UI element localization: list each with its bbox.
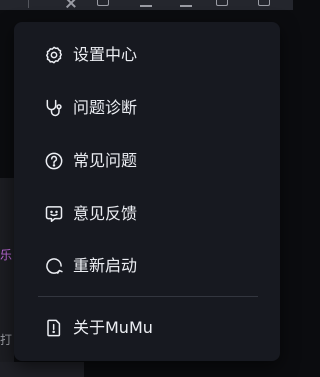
stethoscope-icon [43,97,65,119]
background-text-play: 打 [0,333,13,347]
menu-item-label: 关于MuMu [73,318,153,337]
menu-item-feedback[interactable]: 意见反馈 [14,192,280,236]
minimize-icon[interactable] [180,5,192,7]
title-bar [0,0,293,10]
window-icon[interactable] [97,0,109,6]
menu-item-label: 意见反馈 [73,204,138,223]
menu-item-label: 重新启动 [73,256,138,275]
menu-line-icon[interactable] [140,5,152,7]
background-text-music: 乐 [0,248,13,262]
maximize-icon[interactable] [216,0,228,6]
menu-item-label: 问题诊断 [73,98,138,117]
settings-dropdown-menu: 设置中心 问题诊断 常见问题 意见反馈 重新启动 关于MuMu [14,22,280,361]
background-strip [0,362,84,377]
menu-item-about[interactable]: 关于MuMu [14,306,280,350]
toolbar-divider [28,0,29,8]
fullscreen-icon[interactable] [258,0,270,6]
gear-icon [43,44,65,66]
menu-item-diagnosis[interactable]: 问题诊断 [14,86,280,130]
menu-item-faq[interactable]: 常见问题 [14,139,280,183]
background-panel [0,178,14,377]
menu-divider [38,296,258,297]
feedback-bubble-icon [43,203,65,225]
info-document-icon [43,317,65,339]
menu-item-restart[interactable]: 重新启动 [14,244,280,288]
menu-item-label: 常见问题 [73,151,138,170]
question-circle-icon [43,150,65,172]
close-x-icon[interactable] [66,0,76,7]
menu-item-label: 设置中心 [73,45,138,64]
menu-item-settings-center[interactable]: 设置中心 [14,33,280,77]
restart-icon [43,255,65,277]
